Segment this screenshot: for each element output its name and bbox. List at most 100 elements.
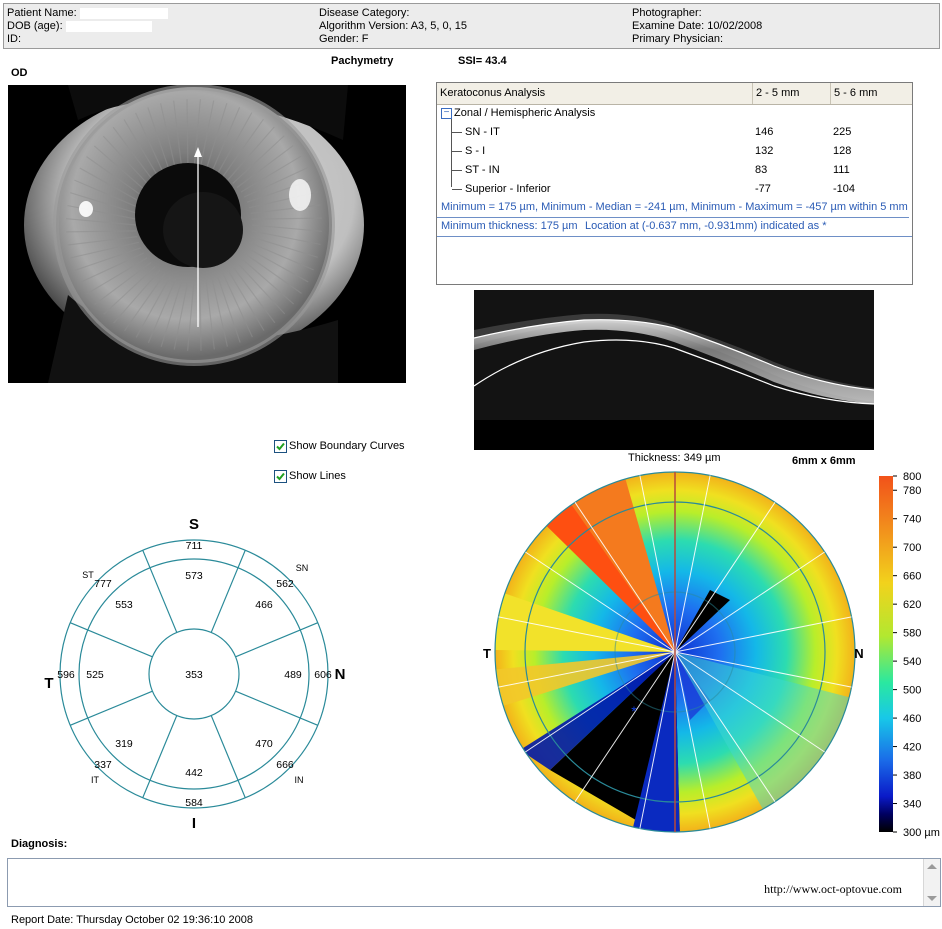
column-header-analysis[interactable]: Keratoconus Analysis: [437, 83, 753, 104]
column-header-5-6mm[interactable]: 5 - 6 mm: [831, 83, 912, 104]
examine-date: Examine Date: 10/02/2008: [632, 20, 763, 32]
sector-value-outer-n: 606: [314, 669, 332, 681]
corner-label-st: ST: [82, 570, 94, 580]
sector-value-inner-it: 319: [115, 738, 133, 750]
color-scale-ticks: 800 780 740 700 660 620 580 540 500 460 420 380 340 3…: [893, 472, 940, 839]
direction-label-i: I: [192, 815, 196, 830]
color-scale-tick-label: 800: [903, 472, 921, 483]
pachymetry-sector-map: S I T N ST SN IT IN 353 573 466 489 470 …: [44, 516, 345, 830]
min-location-text: Location at (-0.637 mm, -0.931mm) indica…: [585, 220, 827, 232]
gender: Gender: F: [319, 33, 369, 45]
patient-name-label: Patient Name:: [7, 7, 77, 19]
direction-label-s: S: [189, 516, 199, 533]
sector-value-outer-it: 337: [94, 759, 112, 771]
direction-label-t: T: [483, 646, 491, 661]
row-value-2-5mm: -77: [755, 183, 771, 195]
color-scale-tick-label: 340: [903, 799, 921, 811]
color-scale-tick-label: 460: [903, 713, 921, 725]
table-row: ST - IN 83 111: [437, 161, 912, 180]
eye-label: OD: [11, 67, 28, 79]
diagnosis-field[interactable]: http://www.oct-optovue.com: [7, 858, 941, 907]
table-row: SN - IT 146 225: [437, 123, 912, 142]
sector-value-outer-t: 596: [57, 669, 75, 681]
row-label: ST - IN: [465, 164, 500, 176]
thickness-color-scale: 800 780 740 700 660 620 580 540 500 460 420 380 340 3…: [879, 472, 940, 839]
thickness-color-map: * T N: [483, 471, 864, 833]
direction-label-t: T: [44, 675, 53, 692]
row-value-5-6mm: 111: [833, 164, 850, 176]
sector-value-outer-sn: 562: [276, 578, 294, 590]
color-scale-tick-label: 420: [903, 742, 921, 754]
website-link[interactable]: http://www.oct-optovue.com: [764, 882, 902, 897]
dob-label: DOB (age):: [7, 20, 63, 32]
sector-value-inner-t: 525: [86, 669, 104, 681]
row-label: S - I: [465, 145, 486, 157]
scroll-up-icon[interactable]: [927, 864, 937, 869]
checkmark-icon: [276, 442, 285, 451]
color-scale-tick-label: 700: [903, 542, 921, 554]
sector-value-outer-i: 584: [185, 797, 203, 809]
exam-info-col: Disease Category: Algorithm Version: A3,…: [319, 7, 467, 46]
group-row-zonal[interactable]: − Zonal / Hemispheric Analysis: [437, 104, 912, 123]
table-header: Keratoconus Analysis 2 - 5 mm 5 - 6 mm: [437, 83, 912, 105]
checkmark-icon: [276, 472, 285, 481]
color-scale-tick-label: 660: [903, 571, 921, 583]
thickness-label: Thickness: 349 µm: [628, 452, 721, 464]
oct-cross-section: [474, 290, 874, 450]
physician-info-col: Photographer: Examine Date: 10/02/2008 P…: [632, 7, 762, 46]
row-value-5-6mm: 225: [833, 126, 852, 138]
sector-value-inner-sn: 466: [255, 599, 273, 611]
primary-physician-label: Primary Physician:: [632, 33, 724, 45]
scroll-down-icon[interactable]: [927, 896, 937, 901]
sector-value-inner-st: 553: [115, 599, 133, 611]
dob-redacted: [65, 20, 152, 32]
sector-value-center: 353: [185, 669, 203, 681]
table-row: Superior - Inferior -77 -104: [437, 180, 912, 199]
group-label: Zonal / Hemispheric Analysis: [454, 107, 596, 119]
patient-info-col: Patient Name: DOB (age): ID:: [7, 7, 168, 46]
corner-label-in: IN: [295, 775, 304, 785]
min-thickness-text: Minimum thickness: 175 µm: [441, 220, 578, 232]
row-value-2-5mm: 146: [755, 126, 774, 138]
color-scale-tick-label: 740: [903, 514, 921, 526]
summary-text: Minimum = 175 µm, Minimum - Median = -24…: [441, 201, 909, 213]
row-value-5-6mm: -104: [833, 183, 856, 195]
page-title: Pachymetry: [331, 55, 394, 67]
color-scale-tick-label: 620: [903, 599, 921, 611]
checkbox-box[interactable]: [274, 440, 287, 453]
sector-value-inner-in: 470: [255, 738, 273, 750]
patient-header: Patient Name: DOB (age): ID: Disease Cat…: [3, 3, 940, 49]
patient-name-redacted: [79, 7, 168, 19]
sector-value-outer-s: 711: [186, 540, 203, 552]
eye-photo: [8, 85, 406, 383]
checkbox-label[interactable]: Show Boundary Curves: [289, 440, 405, 452]
sector-value-inner-s: 573: [185, 570, 203, 582]
checkbox-box[interactable]: [274, 470, 287, 483]
diagnosis-label: Diagnosis:: [11, 838, 68, 850]
row-label: Superior - Inferior: [465, 183, 551, 195]
column-header-2-5mm[interactable]: 2 - 5 mm: [753, 83, 831, 104]
sector-value-outer-st: 777: [94, 578, 112, 590]
color-scale-tick-label: 580: [903, 628, 921, 640]
table-row: S - I 132 128: [437, 142, 912, 161]
sector-value-inner-i: 442: [185, 767, 203, 779]
scrollbar[interactable]: [923, 859, 940, 906]
disease-category-label: Disease Category:: [319, 7, 410, 19]
direction-label-n: N: [854, 646, 863, 661]
summary-row: Minimum = 175 µm, Minimum - Median = -24…: [437, 198, 909, 218]
sector-value-inner-n: 489: [284, 669, 302, 681]
sector-values: 353 573 466 489 470 442 319 525 553 711 …: [57, 540, 332, 809]
collapse-icon[interactable]: −: [441, 108, 452, 119]
algorithm-version: Algorithm Version: A3, 5, 0, 15: [319, 20, 467, 32]
checkbox-label[interactable]: Show Lines: [289, 470, 346, 482]
row-value-2-5mm: 132: [755, 145, 774, 157]
row-value-2-5mm: 83: [755, 164, 768, 176]
id-label: ID:: [7, 33, 22, 45]
color-scale-tick-label: 500: [903, 685, 921, 697]
min-thickness-row: Minimum thickness: 175 µm Location at (-…: [437, 217, 912, 237]
sector-value-outer-in: 666: [276, 759, 294, 771]
keratoconus-table: Keratoconus Analysis 2 - 5 mm 5 - 6 mm −…: [436, 82, 913, 285]
color-scale-tick-label: 540: [903, 656, 921, 668]
color-scale-tick-label: 300 µm: [903, 827, 940, 839]
corner-label-it: IT: [91, 775, 100, 785]
